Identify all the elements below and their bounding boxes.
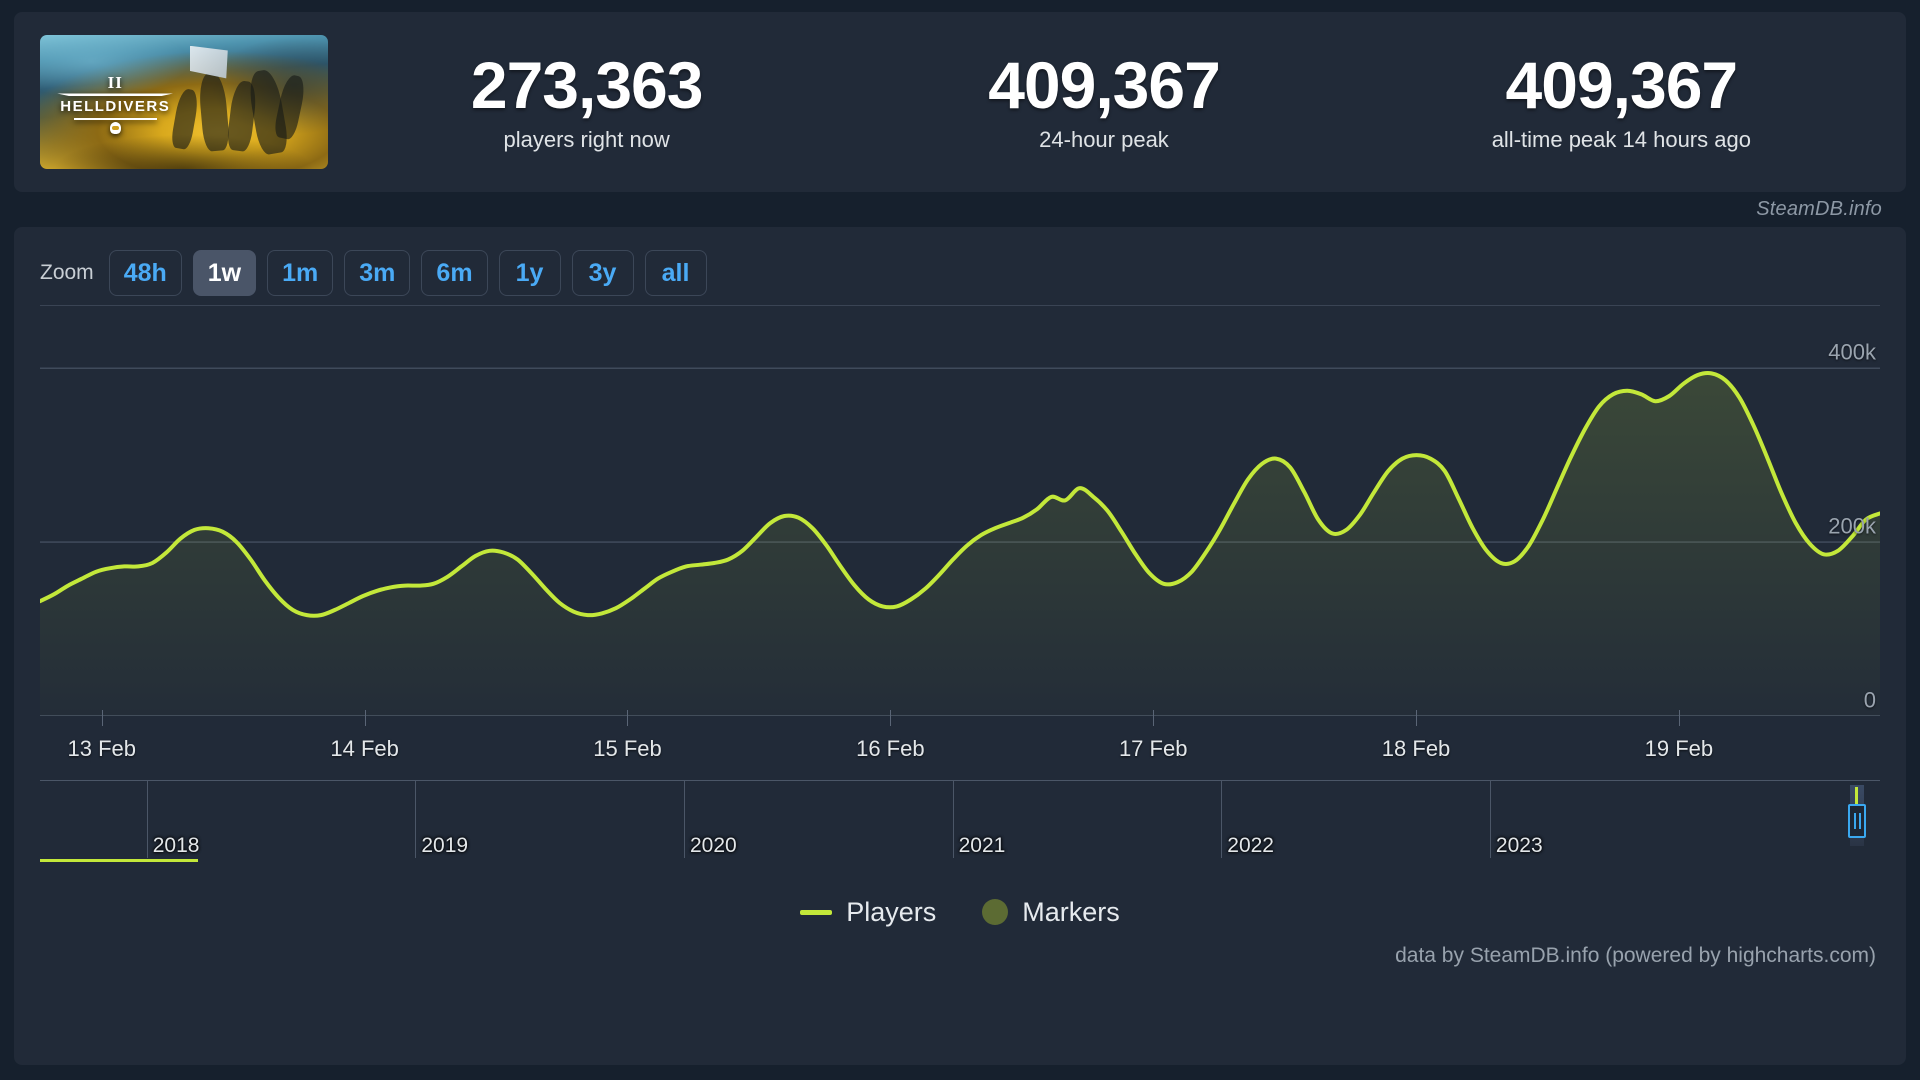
x-axis-tick-label: 18 Feb (1381, 736, 1451, 761)
stat-players-now: 273,363 players right now (328, 51, 845, 152)
logo-wing-top (57, 93, 174, 97)
navigator-gridlines (40, 781, 1880, 872)
legend-label: Markers (1022, 896, 1120, 927)
navigator-year-label: 2018 (152, 834, 200, 857)
x-axis-tick-mark (1678, 710, 1680, 726)
game-logo-title: HELLDIVERS (60, 98, 171, 116)
stats-header-card: II HELLDIVERS 273,363 players right now … (14, 12, 1906, 192)
stat-label: players right now (503, 126, 670, 152)
stat-label: all-time peak 14 hours ago (1491, 126, 1751, 152)
x-axis-tick-mark (890, 710, 892, 726)
y-axis-tick-label: 400k (1828, 339, 1876, 365)
zoom-button-1y[interactable]: 1y (498, 250, 561, 296)
steamdb-page: II HELLDIVERS 273,363 players right now … (0, 0, 1920, 1080)
chart-navigator[interactable]: 2018 2019 2020 2021 2022 2023 (40, 780, 1880, 872)
x-axis-tick-mark (101, 710, 103, 726)
zoom-button-48h[interactable]: 48h (108, 250, 182, 296)
navigator-series-line (40, 859, 199, 862)
chart-legend: Players Markers (40, 890, 1880, 934)
markers-dot-icon (982, 899, 1009, 925)
x-axis-tick-label: 14 Feb (330, 736, 399, 761)
chart-credits[interactable]: data by SteamDB.info (powered by highcha… (40, 934, 1880, 968)
player-count-chart-card: Zoom 48h 1w 1m 3m 6m 1y 3y all 0 200k 400k 13 Feb… (14, 227, 1906, 1065)
legend-item-markers[interactable]: Markers (982, 897, 1120, 928)
x-axis-tick-mark (627, 710, 629, 726)
legend-label: Players (846, 896, 937, 927)
chart-plot-area[interactable]: 0 200k 400k (40, 316, 1880, 716)
zoom-label: Zoom (40, 261, 94, 284)
stat-value: 273,363 (470, 48, 704, 123)
navigator-year-label: 2022 (1227, 834, 1274, 857)
x-axis-tick-label: 13 Feb (67, 736, 137, 761)
navigator-right-handle[interactable] (1848, 804, 1866, 839)
chart-area-fill (40, 373, 1880, 716)
zoom-button-3y[interactable]: 3y (571, 250, 634, 296)
game-logo-numeral: II (107, 73, 123, 93)
stats-group: 273,363 players right now 409,367 24-hou… (328, 51, 1880, 152)
game-banner-image[interactable]: II HELLDIVERS (40, 35, 328, 169)
x-axis-tick-label: 15 Feb (593, 736, 662, 761)
chart-divider (40, 305, 1880, 306)
chart-svg (40, 367, 1880, 716)
logo-wing-bottom (73, 117, 158, 120)
stat-all-time-peak: 409,367 all-time peak 14 hours ago (1363, 51, 1880, 152)
x-axis-tick-mark (364, 710, 366, 726)
zoom-range-selector: Zoom 48h 1w 1m 3m 6m 1y 3y all (40, 249, 1880, 297)
navigator-year-label: 2023 (1495, 834, 1543, 857)
stat-label: 24-hour peak (1039, 126, 1169, 152)
stat-24h-peak: 409,367 24-hour peak (845, 51, 1362, 152)
y-axis-tick-label: 200k (1828, 513, 1876, 539)
zoom-button-1m[interactable]: 1m (267, 250, 334, 296)
x-axis-tick-label: 17 Feb (1118, 736, 1188, 761)
x-axis-tick-label: 16 Feb (856, 736, 925, 761)
zoom-button-3m[interactable]: 3m (344, 250, 411, 296)
chart-x-axis: 13 Feb 14 Feb 15 Feb 16 Feb 17 Feb 18 Feb 19 F… (40, 710, 1880, 770)
zoom-button-all[interactable]: all (644, 250, 707, 296)
navigator-year-label: 2019 (421, 834, 469, 857)
x-axis-tick-mark (1416, 710, 1418, 726)
legend-item-players[interactable]: Players (800, 897, 936, 928)
skull-icon (109, 121, 121, 134)
navigator-year-label: 2020 (690, 834, 737, 857)
zoom-buttons-group: 48h 1w 1m 3m 6m 1y 3y all (108, 250, 707, 296)
stat-value: 409,367 (988, 48, 1221, 123)
zoom-button-6m[interactable]: 6m (421, 250, 488, 296)
navigator-year-label: 2021 (958, 834, 1006, 857)
y-axis-tick-label: 0 (1863, 687, 1876, 713)
x-axis-tick-mark (1153, 710, 1155, 726)
steamdb-watermark: SteamDB.info (1756, 198, 1882, 220)
players-line-icon (800, 909, 833, 915)
zoom-button-1w[interactable]: 1w (192, 250, 257, 296)
x-axis-tick-label: 19 Feb (1644, 736, 1714, 761)
stat-value: 409,367 (1505, 48, 1739, 123)
game-logo: II HELLDIVERS (57, 73, 174, 134)
